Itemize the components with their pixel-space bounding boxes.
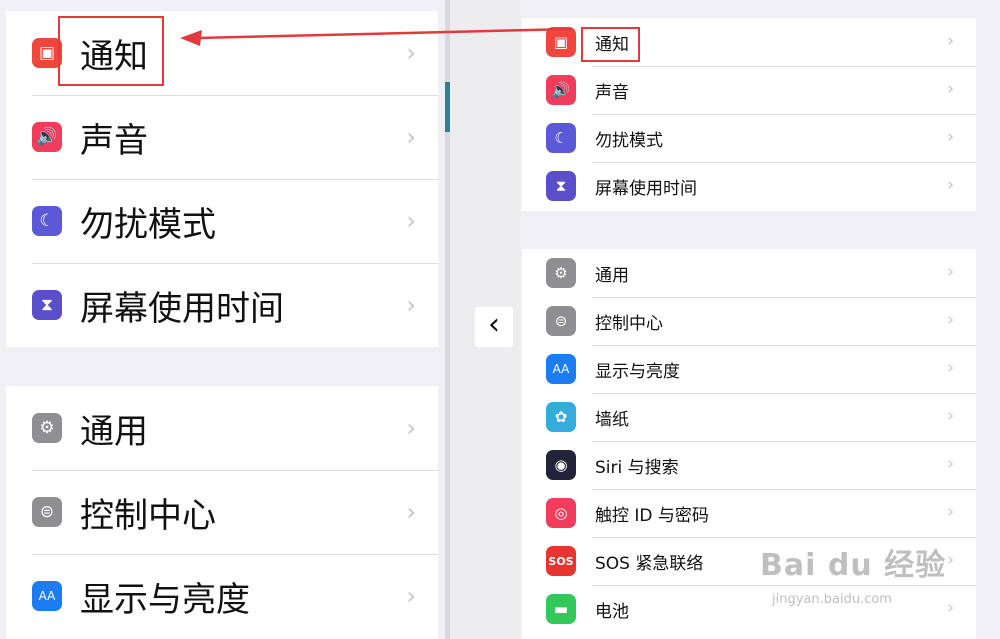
settings-row-label: 控制中心 — [595, 313, 663, 334]
settings-row-label: 声音 — [80, 120, 148, 161]
gear-icon: ⚙ — [32, 413, 62, 443]
settings-row-label: 电池 — [595, 601, 629, 622]
watermark-brand: Bai du 经验 — [760, 548, 947, 583]
notifications-icon: ▣ — [546, 27, 576, 57]
settings-row-label: 控制中心 — [80, 495, 216, 536]
chevron-right-icon: › — [406, 498, 416, 526]
settings-row-sounds[interactable]: 🔊 声音 › — [6, 95, 438, 179]
chevron-right-icon: › — [406, 582, 416, 610]
sounds-icon: 🔊 — [32, 122, 62, 152]
settings-row-label: 勿扰模式 — [80, 204, 216, 245]
settings-row-label: SOS 紧急联络 — [595, 553, 704, 574]
settings-row-label: 声音 — [595, 82, 629, 103]
chevron-right-icon: › — [947, 262, 954, 282]
settings-row-label: 触控 ID 与密码 — [595, 505, 709, 526]
left-notifications-highlight — [58, 16, 164, 86]
divider-accent — [445, 82, 450, 132]
settings-row-gear[interactable]: ⚙ 通用 › — [522, 249, 976, 297]
chevron-right-icon: › — [947, 406, 954, 426]
sos-icon: SOS — [546, 546, 576, 576]
settings-row-screen-time[interactable]: ⧗ 屏幕使用时间 › — [6, 263, 438, 347]
chevron-right-icon: › — [947, 79, 954, 99]
control-center-icon: ⊜ — [32, 497, 62, 527]
control-center-icon: ⊜ — [546, 306, 576, 336]
do-not-disturb-icon: ☾ — [546, 123, 576, 153]
settings-row-label: 显示与亮度 — [80, 579, 250, 620]
settings-row-sounds[interactable]: 🔊 声音 › — [522, 66, 976, 114]
display-brightness-icon: AA — [32, 581, 62, 611]
left-panel-zoomed: ▣ 通知 › 🔊 声音 › ☾ 勿扰模式 › ⧗ 屏幕使用时间 › ⚙ 通用 › ⊜ 控制中心 › AA 显示与亮度… — [0, 0, 445, 639]
chevron-right-icon: › — [947, 175, 954, 195]
chevron-right-icon: › — [947, 31, 954, 51]
chevron-right-icon: › — [947, 127, 954, 147]
chevron-right-icon: › — [406, 414, 416, 442]
settings-row-control-center[interactable]: ⊜ 控制中心 › — [6, 470, 438, 554]
watermark-url: jingyan.baidu.com — [772, 592, 892, 607]
touch-id-icon: ◎ — [546, 498, 576, 528]
settings-row-label: 显示与亮度 — [595, 361, 680, 382]
settings-row-do-not-disturb[interactable]: ☾ 勿扰模式 › — [522, 114, 976, 162]
chevron-right-icon: › — [947, 310, 954, 330]
left-settings-group-2: ⚙ 通用 › ⊜ 控制中心 › AA 显示与亮度 › — [6, 386, 438, 639]
gear-icon: ⚙ — [546, 258, 576, 288]
settings-row-label: Siri 与搜索 — [595, 457, 679, 478]
screen-time-icon: ⧗ — [32, 290, 62, 320]
chevron-right-icon: › — [947, 358, 954, 378]
chevron-right-icon: › — [406, 207, 416, 235]
settings-row-do-not-disturb[interactable]: ☾ 勿扰模式 › — [6, 179, 438, 263]
display-brightness-icon: AA — [546, 354, 576, 384]
right-notifications-highlight — [581, 27, 640, 62]
settings-row-label: 通用 — [80, 411, 148, 452]
settings-row-label: 屏幕使用时间 — [595, 178, 697, 199]
settings-row-siri[interactable]: ◉ Siri 与搜索 › — [522, 441, 976, 489]
chevron-left-icon: ‹ — [488, 307, 500, 342]
settings-row-label: 通用 — [595, 265, 629, 286]
chevron-right-icon: › — [406, 39, 416, 67]
chevron-right-icon: › — [947, 454, 954, 474]
settings-row-label: 墙纸 — [595, 409, 629, 430]
settings-row-display-brightness[interactable]: AA 显示与亮度 › — [522, 345, 976, 393]
settings-row-label: 勿扰模式 — [595, 130, 663, 151]
settings-row-wallpaper[interactable]: ✿ 墙纸 › — [522, 393, 976, 441]
settings-row-display-brightness[interactable]: AA 显示与亮度 › — [6, 554, 438, 638]
do-not-disturb-icon: ☾ — [32, 206, 62, 236]
settings-row-label: 屏幕使用时间 — [80, 288, 284, 329]
sounds-icon: 🔊 — [546, 75, 576, 105]
back-button[interactable]: ‹ — [475, 307, 513, 347]
settings-row-control-center[interactable]: ⊜ 控制中心 › — [522, 297, 976, 345]
chevron-right-icon: › — [947, 502, 954, 522]
settings-row-touch-id[interactable]: ◎ 触控 ID 与密码 › — [522, 489, 976, 537]
battery-icon: ▬ — [546, 594, 576, 624]
screen-time-icon: ⧗ — [546, 171, 576, 201]
baidu-watermark: Bai du 经验 jingyan.baidu.com — [760, 540, 960, 620]
wallpaper-icon: ✿ — [546, 402, 576, 432]
chevron-right-icon: › — [406, 123, 416, 151]
settings-row-gear[interactable]: ⚙ 通用 › — [6, 386, 438, 470]
chevron-right-icon: › — [406, 291, 416, 319]
siri-icon: ◉ — [546, 450, 576, 480]
settings-row-screen-time[interactable]: ⧗ 屏幕使用时间 › — [522, 162, 976, 210]
